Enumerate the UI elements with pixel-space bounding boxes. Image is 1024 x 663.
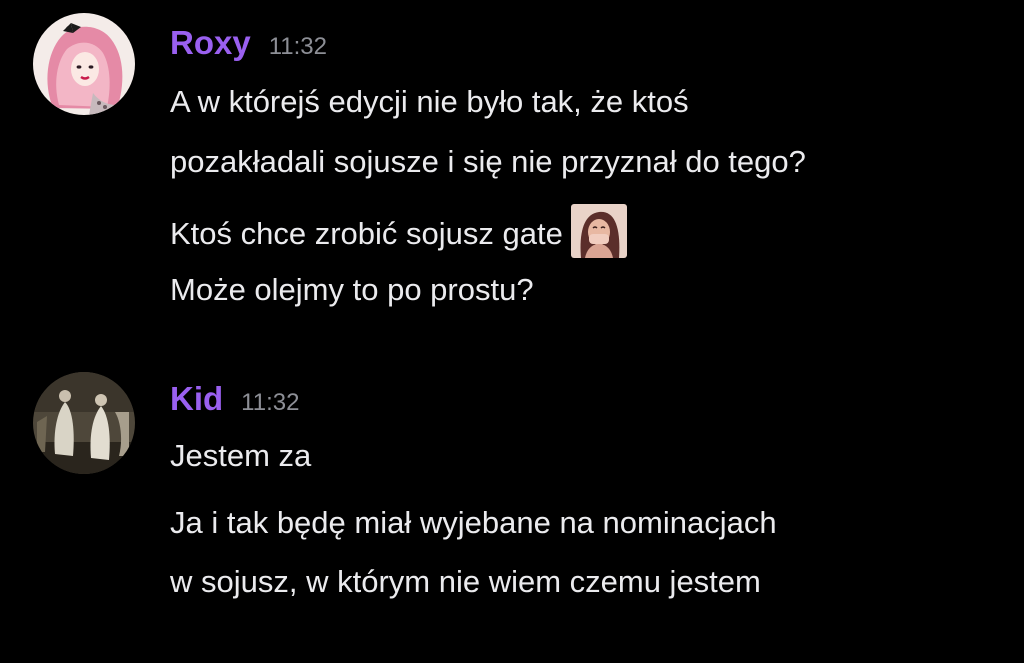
- message-text: Ja i tak będę miał wyjebane na nominacja…: [170, 505, 777, 540]
- message-text: Ktoś chce zrobić sojusz gate: [170, 216, 563, 251]
- message-text: pozakładali sojusze i się nie przyznał d…: [170, 144, 806, 179]
- pink-hair-doll-avatar-icon: [33, 13, 135, 115]
- timestamp[interactable]: 11:32: [241, 389, 299, 417]
- username-roxy[interactable]: Roxy: [170, 24, 251, 62]
- username-kid[interactable]: Kid: [170, 380, 223, 418]
- user-avatar-kid[interactable]: [33, 372, 135, 474]
- user-avatar-roxy[interactable]: [33, 13, 135, 115]
- message-header-roxy: Roxy 11:32: [170, 24, 327, 62]
- message-group-kid: Kid 11:32 Jestem za Ja i tak będę miał w…: [0, 360, 1024, 640]
- message-text: w sojusz, w którym nie wiem czemu jestem: [170, 564, 761, 599]
- message-text: Może olejmy to po prostu?: [170, 272, 534, 307]
- message-text: Jestem za: [170, 438, 312, 473]
- crying-woman-emoji-icon[interactable]: [570, 204, 627, 258]
- message-header-kid: Kid 11:32: [170, 380, 299, 418]
- blurry-figures-avatar-icon: [33, 372, 135, 474]
- message-text: A w którejś edycji nie było tak, że ktoś: [170, 84, 689, 119]
- message-text-with-emoji: Ktoś chce zrobić sojusz gate: [170, 204, 627, 258]
- message-group-roxy: Roxy 11:32 A w którejś edycji nie było t…: [0, 0, 1024, 330]
- timestamp[interactable]: 11:32: [269, 33, 327, 61]
